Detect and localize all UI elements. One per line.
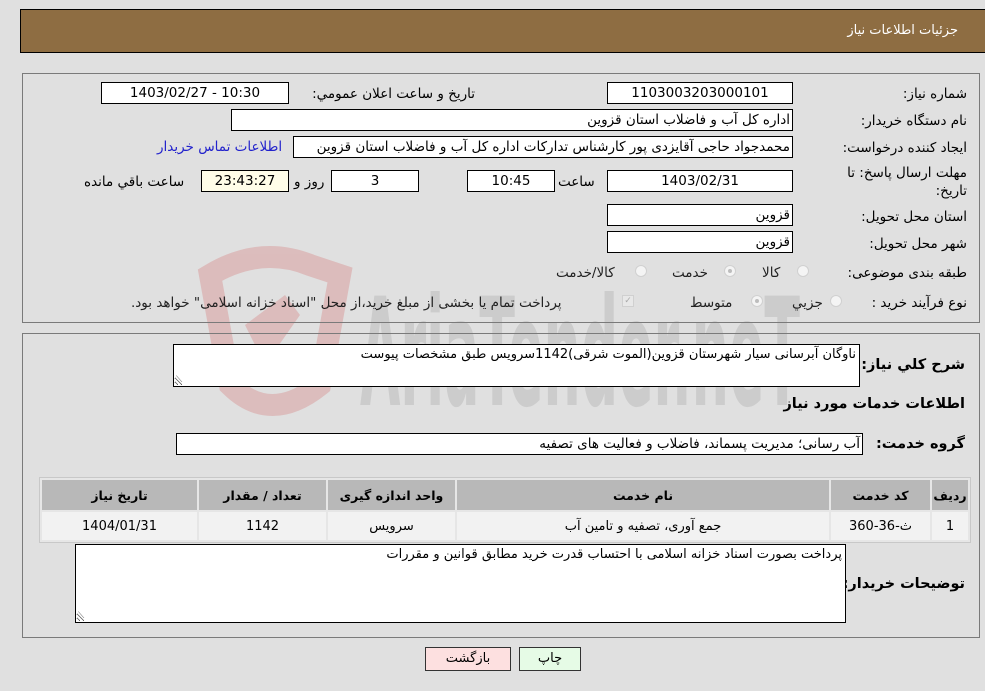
cell-unit: سرویس: [328, 512, 455, 540]
services-heading: اطلاعات خدمات مورد نياز: [783, 396, 965, 412]
treasury-checkbox[interactable]: ✓: [622, 295, 634, 307]
category-radio-service[interactable]: [724, 265, 736, 277]
treasury-note: پرداخت تمام یا بخشی از مبلغ خرید،از محل …: [131, 295, 562, 311]
description-text: ناوگان آبرسانی سیار شهرستان قزوین(الموت …: [360, 347, 856, 362]
col-row-number: رديف: [932, 480, 968, 510]
category-radio-goods-service[interactable]: [635, 265, 647, 277]
cell-row-number: 1: [932, 512, 968, 540]
deadline-time-field[interactable]: 10:45: [467, 170, 555, 192]
remaining-time-label: ساعت باقي مانده: [84, 174, 185, 190]
cell-service-name: جمع آوری، تصفیه و تامین آب: [457, 512, 829, 540]
buyer-org-field[interactable]: اداره کل آب و فاضلاب استان قزوین: [231, 109, 793, 131]
description-label: شرح کلي نياز:: [861, 357, 965, 373]
city-label: شهر محل تحویل:: [869, 236, 967, 252]
table-header-row: رديف کد خدمت نام خدمت واحد اندازه گيری ت…: [42, 480, 968, 510]
remaining-time-field: 23:43:27: [201, 170, 289, 192]
remaining-days-field[interactable]: 3: [331, 170, 419, 192]
category-radio-goods[interactable]: [797, 265, 809, 277]
buyer-notes-text: پرداخت بصورت اسناد خزانه اسلامی با احتسا…: [386, 547, 842, 562]
category-option-goods-service: کالا/خدمت: [556, 265, 615, 281]
services-table: رديف کد خدمت نام خدمت واحد اندازه گيری ت…: [39, 477, 971, 543]
buyer-notes-label: توضيحات خريدار:: [842, 576, 965, 592]
col-service-name: نام خدمت: [457, 480, 829, 510]
deadline-label: مهلت ارسال پاسخ: تا تاریخ:: [847, 165, 967, 199]
province-field[interactable]: قزوین: [607, 204, 793, 226]
purchase-type-radio-minor[interactable]: [830, 295, 842, 307]
need-number-field[interactable]: 1103003203000101: [607, 82, 793, 104]
requester-field[interactable]: محمدجواد حاجی آقایزدی پور کارشناس تدارکا…: [293, 136, 793, 158]
buyer-notes-textarea[interactable]: پرداخت بصورت اسناد خزانه اسلامی با احتسا…: [75, 544, 846, 623]
deadline-date-field[interactable]: 1403/02/31: [607, 170, 793, 192]
page-header: جزئیات اطلاعات نیاز: [20, 9, 985, 53]
need-number-label: شماره نیاز:: [902, 86, 967, 102]
purchase-type-option-medium: متوسط: [690, 295, 733, 311]
service-group-label: گروه خدمت:: [875, 436, 965, 452]
category-option-goods: کالا: [762, 265, 781, 281]
announce-date-field[interactable]: 1403/02/27 - 10:30: [101, 82, 289, 104]
cell-need-date: 1404/01/31: [42, 512, 197, 540]
col-need-date: تاريخ نياز: [42, 480, 197, 510]
service-group-field[interactable]: آب رسانی؛ مدیریت پسماند، فاضلاب و فعالیت…: [176, 433, 863, 455]
cell-quantity: 1142: [199, 512, 326, 540]
deadline-time-label: ساعت: [558, 174, 595, 190]
description-textarea[interactable]: ناوگان آبرسانی سیار شهرستان قزوین(الموت …: [173, 344, 860, 387]
announce-date-value: 1403/02/27 - 10:30: [129, 85, 261, 101]
page-title: جزئیات اطلاعات نیاز: [847, 23, 958, 38]
purchase-type-option-minor: جزيي: [792, 295, 823, 311]
announce-date-label: تاريخ و ساعت اعلان عمومي:: [312, 86, 475, 102]
print-button[interactable]: چاپ: [519, 647, 581, 671]
back-button[interactable]: بازگشت: [425, 647, 511, 671]
col-service-code: کد خدمت: [831, 480, 930, 510]
category-label: طبقه بندی موضوعی:: [847, 265, 967, 281]
col-unit: واحد اندازه گيری: [328, 480, 455, 510]
table-row: 1 ث-36-360 جمع آوری، تصفیه و تامین آب سر…: [42, 512, 968, 540]
purchase-type-radio-medium[interactable]: [751, 295, 763, 307]
purchase-type-label: نوع فرآیند خرید :: [871, 295, 967, 311]
resize-grip-icon[interactable]: ⟋: [176, 375, 182, 385]
province-label: استان محل تحویل:: [861, 209, 967, 225]
category-option-service: خدمت: [672, 265, 708, 281]
col-quantity: تعداد / مقدار: [199, 480, 326, 510]
resize-grip-icon[interactable]: ⟋: [78, 611, 84, 621]
days-label: روز و: [294, 174, 325, 190]
buyer-contact-link[interactable]: اطلاعات تماس خريدار: [157, 139, 282, 155]
buyer-org-label: نام دستگاه خريدار:: [860, 113, 967, 129]
requester-label: ايجاد کننده درخواست:: [842, 140, 967, 156]
cell-service-code: ث-36-360: [831, 512, 930, 540]
city-field[interactable]: قزوین: [607, 231, 793, 253]
